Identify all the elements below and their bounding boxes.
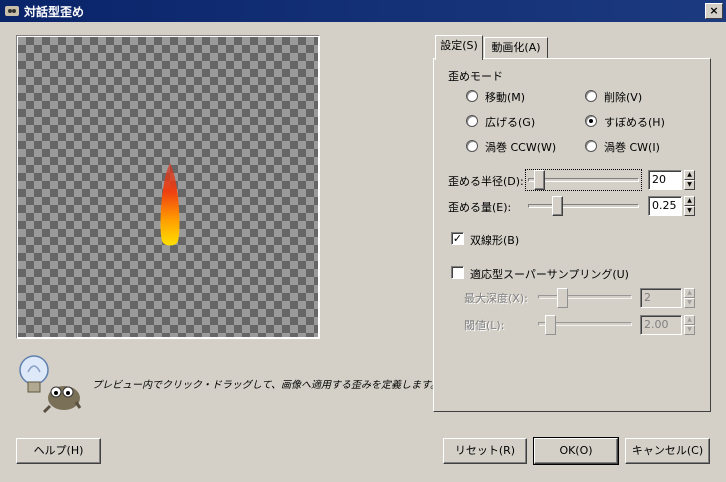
supersampling-checkbox[interactable] [451,266,464,279]
radius-slider-thumb[interactable] [534,170,545,190]
preview-area[interactable] [16,35,320,339]
radio-swirl-cw[interactable] [585,140,597,152]
supersampling-label[interactable]: 適応型スーパーサンプリング(U) [470,266,629,282]
threshold-input[interactable]: 2.00 [640,315,682,335]
max-depth-slider-thumb[interactable] [557,288,568,308]
amount-spin-down[interactable]: ▼ [684,206,695,216]
radio-grow[interactable] [466,115,478,127]
max-depth-spin-up[interactable]: ▲ [684,288,695,298]
radius-label: 歪める半径(D): [448,175,524,188]
radius-spin-up[interactable]: ▲ [684,170,695,180]
title-bar: 対話型歪め × [0,0,726,22]
tab-settings-label: 設定(S) [440,39,478,52]
help-button[interactable]: ヘルプ(H) [16,438,101,464]
radio-shrink-label[interactable]: すぼめる(H) [604,114,665,130]
bilinear-label[interactable]: 双線形(B) [470,232,519,248]
preview-canvas[interactable] [18,37,318,337]
up-arrow-icon: ▲ [687,171,692,178]
radio-swirl-cw-label[interactable]: 渦巻 CW(I) [604,139,660,155]
check-icon: ✓ [452,232,463,245]
up-arrow-icon: ▲ [687,316,692,323]
threshold-label: 閾値(L): [464,319,505,332]
amount-input[interactable]: 0.25 [648,196,682,216]
radio-remove-label[interactable]: 削除(V) [604,89,642,105]
down-arrow-icon: ▼ [687,326,692,333]
up-arrow-icon: ▲ [687,197,692,204]
close-icon: × [709,4,719,17]
close-button[interactable]: × [705,3,723,19]
threshold-slider-thumb[interactable] [545,315,556,335]
cancel-button[interactable]: キャンセル(C) [625,438,710,464]
tab-settings[interactable]: 設定(S) [435,35,483,60]
tab-animate[interactable]: 動画化(A) [484,37,548,59]
window-title: 対話型歪め [24,5,85,19]
radio-move-label[interactable]: 移動(M) [485,89,525,105]
amount-spin-up[interactable]: ▲ [684,196,695,206]
up-arrow-icon: ▲ [687,289,692,296]
radio-shrink[interactable] [585,115,597,127]
radio-selected-dot [589,119,593,123]
down-arrow-icon: ▼ [687,207,692,214]
gimp-icon [5,6,19,16]
max-depth-slider-track[interactable] [538,295,632,299]
down-arrow-icon: ▼ [687,181,692,188]
amount-slider-track[interactable] [528,204,639,208]
flame-image [160,163,180,246]
amount-slider-thumb[interactable] [552,196,563,216]
threshold-spin-down[interactable]: ▼ [684,325,695,335]
tab-animate-label: 動画化(A) [491,41,541,54]
max-depth-label: 最大深度(X): [464,292,528,305]
radio-swirl-ccw[interactable] [466,140,478,152]
radius-spin-down[interactable]: ▼ [684,180,695,190]
radius-input[interactable]: 20 [648,170,682,190]
ok-button[interactable]: OK(O) [533,437,619,465]
mode-group-label: 歪めモード [448,70,503,83]
radio-grow-label[interactable]: 広げる(G) [485,114,535,130]
amount-label: 歪める量(E): [448,201,512,214]
threshold-spin-up[interactable]: ▲ [684,315,695,325]
preview-hint: プレビュー内でクリック・ドラッグして、画像へ適用する歪みを定義します。 [92,380,440,391]
radio-move[interactable] [466,90,478,102]
lightbulb-wilber-icon [19,355,82,414]
down-arrow-icon: ▼ [687,299,692,306]
bilinear-checkbox[interactable]: ✓ [451,232,464,245]
radio-swirl-ccw-label[interactable]: 渦巻 CCW(W) [485,139,556,155]
reset-button[interactable]: リセット(R) [443,438,527,464]
max-depth-input[interactable]: 2 [640,288,682,308]
max-depth-spin-down[interactable]: ▼ [684,298,695,308]
radio-remove[interactable] [585,90,597,102]
